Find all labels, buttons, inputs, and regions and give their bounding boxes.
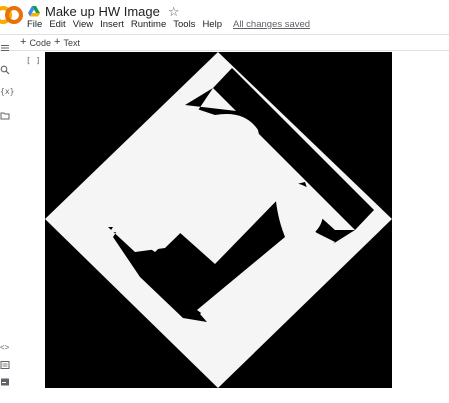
notebook-title[interactable]: Make up HW Image [45, 4, 160, 19]
terminal-icon[interactable] [0, 377, 10, 387]
cell-output-image [45, 52, 392, 388]
command-palette-icon[interactable] [0, 360, 10, 370]
menu-icon[interactable] [0, 43, 10, 53]
menu-bar: File Edit View Insert Runtime Tools Help… [27, 19, 310, 33]
menu-insert[interactable]: Insert [100, 19, 124, 33]
menu-tools[interactable]: Tools [173, 19, 195, 33]
folder-icon[interactable] [0, 111, 10, 121]
add-code-button[interactable]: + Code [20, 37, 51, 48]
plus-icon: + [54, 36, 61, 48]
left-sidebar: {x} <> [0, 45, 14, 403]
add-text-label: Text [63, 37, 80, 48]
cell-toolbar: + Code + Text [0, 34, 449, 51]
star-icon[interactable]: ☆ [168, 5, 180, 18]
colab-logo[interactable] [0, 4, 24, 26]
toolbar-divider [0, 50, 449, 51]
add-text-button[interactable]: + Text [54, 37, 80, 48]
code-cell[interactable]: [ ] [14, 52, 449, 403]
add-code-label: Code [29, 37, 51, 48]
plus-icon: + [20, 36, 27, 48]
drive-icon[interactable] [28, 5, 40, 17]
menu-view[interactable]: View [73, 19, 93, 33]
variables-icon[interactable]: {x} [0, 87, 14, 97]
top-bar: Make up HW Image ☆ File Edit View Insert… [0, 0, 449, 34]
menu-runtime[interactable]: Runtime [131, 19, 166, 33]
menu-file[interactable]: File [27, 19, 42, 33]
title-row: Make up HW Image ☆ [28, 3, 180, 19]
menu-edit[interactable]: Edit [49, 19, 65, 33]
search-icon[interactable] [0, 65, 10, 75]
menu-help[interactable]: Help [202, 19, 222, 33]
save-status-link[interactable]: All changes saved [233, 19, 310, 33]
rotated-letter-i-image [45, 52, 392, 388]
code-snippets-icon[interactable]: <> [0, 343, 10, 353]
cell-run-indicator[interactable]: [ ] [26, 56, 40, 65]
